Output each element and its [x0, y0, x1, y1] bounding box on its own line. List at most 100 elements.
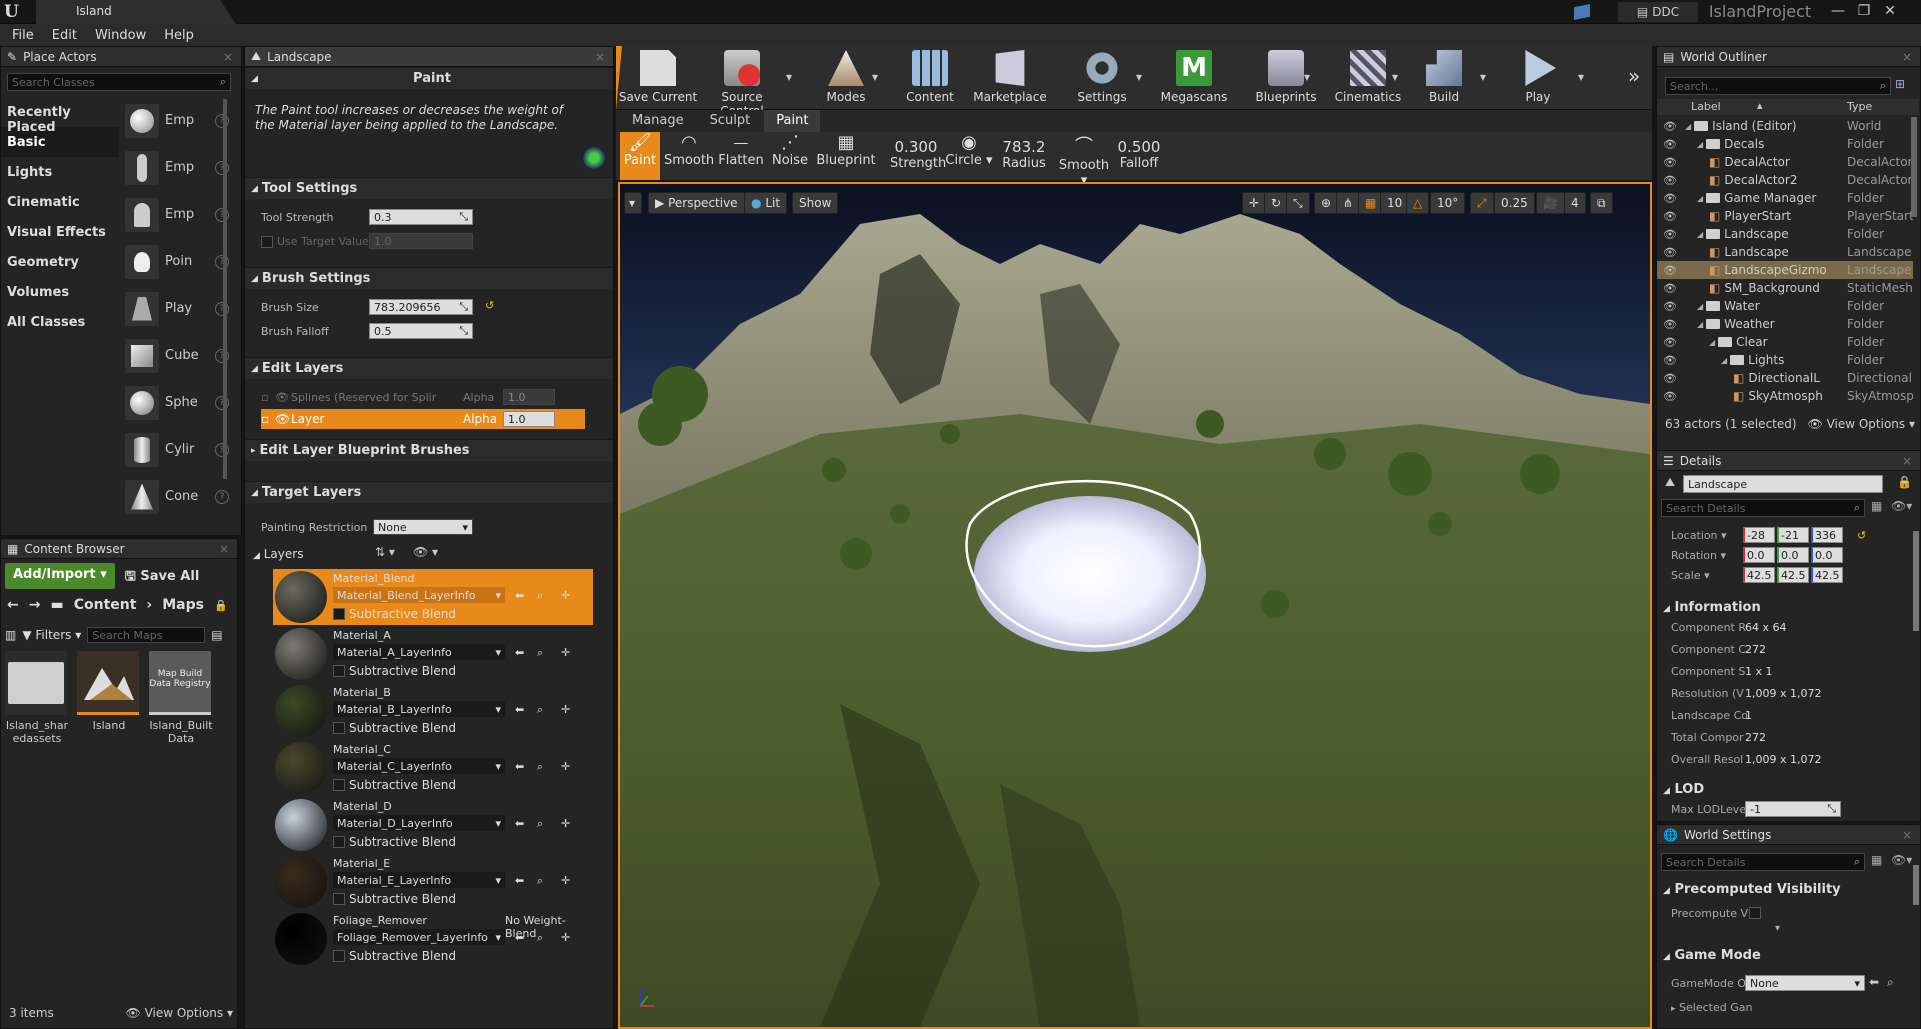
visibility-eye-icon[interactable]: 👁	[1663, 318, 1677, 331]
precomputed-visibility-header[interactable]: ◢ Precomputed Visibility	[1657, 879, 1912, 899]
browse-icon[interactable]: ⌕	[1887, 975, 1894, 990]
add-layer-icon[interactable]: ✛	[561, 817, 570, 830]
brush-type-dropdown[interactable]: ◉ Circle ▾	[944, 132, 994, 180]
transform-value-input[interactable]: 0.0	[1777, 547, 1809, 563]
subtractive-blend-checkbox[interactable]	[333, 722, 345, 734]
type-column-header[interactable]: Type	[1847, 100, 1872, 113]
expand-arrow-icon[interactable]: ◢	[1685, 122, 1691, 131]
subtractive-blend-checkbox[interactable]	[333, 836, 345, 848]
subtractive-blend-checkbox[interactable]	[333, 608, 345, 620]
layer-info-dropdown[interactable]: Material_D_LayerInfo ▾	[333, 815, 505, 831]
target-value-input[interactable]: 1.0	[369, 233, 473, 249]
selected-gamemode-row[interactable]: ▸ Selected Gan	[1671, 1001, 1752, 1014]
lock-icon[interactable]: ▫	[261, 391, 275, 404]
view-mode-button[interactable]: ● Lit	[744, 192, 788, 214]
visibility-eye-icon[interactable]: 👁	[1663, 336, 1677, 349]
actor-item[interactable]: Cylir?	[121, 426, 229, 473]
outliner-scrollbar[interactable]	[1911, 117, 1917, 217]
breadcrumb-content[interactable]: Content	[74, 597, 137, 613]
use-selected-arrow-icon[interactable]: ⬅	[515, 874, 524, 887]
noise-tool-button[interactable]: ⋰ Noise	[766, 132, 814, 180]
view-options-icon[interactable]: 👁▾	[1891, 499, 1912, 513]
visibility-eye-icon[interactable]: 👁	[1663, 390, 1677, 403]
browse-icon[interactable]: ⌕	[537, 760, 543, 774]
menu-help[interactable]: Help	[164, 28, 194, 43]
marketplace-button[interactable]: Marketplace	[968, 48, 1052, 108]
category-visual-effects[interactable]: Visual Effects	[1, 217, 119, 247]
outliner-row[interactable]: 👁 ◧ DirectionalL DirectionalL	[1657, 369, 1913, 387]
transform-value-input[interactable]: 42.5	[1777, 567, 1809, 583]
edit-layers-header[interactable]: ◢ Edit Layers	[245, 357, 613, 379]
falloff-type-dropdown[interactable]: ⌒ Smooth ▾	[1056, 132, 1112, 188]
visibility-eye-icon[interactable]: 👁	[1663, 300, 1677, 313]
tab-paint[interactable]: Paint	[764, 110, 821, 132]
rotation-snap-value[interactable]: 10°	[1430, 192, 1466, 214]
category-volumes[interactable]: Volumes	[1, 277, 119, 307]
outliner-search-input[interactable]: Search... ⌕	[1665, 77, 1891, 95]
layer-info-dropdown[interactable]: Foliage_Remover_LayerInfo ▾	[333, 929, 505, 945]
add-layer-icon[interactable]: ✛	[561, 646, 570, 659]
alpha-input[interactable]: 1.0	[503, 411, 555, 427]
visibility-eye-icon[interactable]: 👁	[275, 412, 291, 426]
outliner-row[interactable]: 👁 ◢ Water Folder	[1657, 297, 1913, 315]
transform-value-input[interactable]: 0.0	[1811, 547, 1843, 563]
subtractive-blend-checkbox[interactable]	[333, 950, 345, 962]
scale-snap-value[interactable]: 0.25	[1494, 192, 1535, 214]
precompute-visibility-checkbox[interactable]	[1749, 907, 1761, 919]
outliner-row[interactable]: 👁 ◧ LandscapeGizmo Landscape	[1657, 261, 1913, 279]
settings-button[interactable]: Settings	[1060, 48, 1144, 108]
use-selected-arrow-icon[interactable]: ⬅	[515, 760, 524, 773]
flatten-tool-button[interactable]: ⏤ Flatten	[716, 132, 766, 180]
expand-arrow-icon[interactable]: ◢	[1709, 338, 1715, 347]
subtractive-blend-checkbox[interactable]	[333, 779, 345, 791]
minimize-button[interactable]: —	[1826, 0, 1850, 22]
target-layer-row[interactable]: Material_E Material_E_LayerInfo ▾ Subtracti…	[273, 854, 593, 910]
blueprint-brushes-header[interactable]: ▸ Edit Layer Blueprint Brushes	[245, 439, 613, 461]
outliner-row[interactable]: 👁 ◢ Island (Editor) World	[1657, 117, 1913, 135]
transform-label[interactable]: Location ▾	[1671, 529, 1727, 542]
strength-value-control[interactable]: 0.300 Strength	[890, 132, 946, 180]
content-item-registry[interactable]: Map Build Data Registry Island_BuiltData	[149, 651, 213, 745]
expand-arrow-icon[interactable]: ◢	[1721, 356, 1727, 365]
transform-value-input[interactable]: 42.5	[1743, 567, 1775, 583]
browse-icon[interactable]: ⌕	[537, 646, 543, 660]
close-tab-icon[interactable]: ×	[223, 50, 233, 64]
world-settings-scrollbar[interactable]	[1913, 865, 1919, 905]
actor-item[interactable]: Play?	[121, 285, 229, 332]
show-flags-button[interactable]: Show	[792, 192, 839, 214]
add-layer-icon[interactable]: ✛	[561, 874, 570, 887]
tool-settings-header[interactable]: ◢ Tool Settings	[245, 177, 613, 199]
actor-item[interactable]: Cone?	[121, 473, 229, 520]
camera-speed-value[interactable]: 4	[1564, 192, 1586, 214]
max-lod-input[interactable]: -1 ⤡	[1745, 801, 1841, 817]
use-selected-arrow-icon[interactable]: ⬅	[515, 646, 524, 659]
chevron-down-icon[interactable]: ▾	[1480, 70, 1486, 84]
target-layers-header[interactable]: ◢ Target Layers	[245, 481, 613, 503]
filters-button[interactable]: ▼ Filters ▾	[22, 628, 81, 642]
view-options-button[interactable]: 👁 View Options ▾	[1808, 417, 1916, 431]
content-button[interactable]: Content	[888, 48, 972, 108]
layer-sort-button[interactable]: ⇅ ▾	[375, 545, 395, 559]
subtractive-blend-checkbox[interactable]	[333, 893, 345, 905]
target-layer-row[interactable]: Material_Blend Material_Blend_LayerInfo ▾ S…	[273, 569, 593, 625]
lock-icon[interactable]: 🔒	[214, 599, 228, 612]
game-mode-dropdown[interactable]: None ▾	[1745, 975, 1865, 991]
transform-value-input[interactable]: 0.0	[1743, 547, 1775, 563]
information-header[interactable]: ◢ Information	[1657, 597, 1912, 617]
surface-snap-icon[interactable]: ⋔	[1336, 192, 1361, 214]
close-button[interactable]: ✕	[1878, 0, 1902, 22]
tool-strength-input[interactable]: 0.3 ⤡	[369, 209, 473, 225]
visibility-eye-icon[interactable]: 👁	[1663, 264, 1677, 277]
use-selected-arrow-icon[interactable]: ⬅	[515, 817, 524, 830]
brush-falloff-input[interactable]: 0.5 ⤡	[369, 323, 473, 339]
view-options-icon[interactable]: 👁▾	[1891, 853, 1912, 867]
actor-item[interactable]: Emp?	[121, 97, 229, 144]
target-layer-row[interactable]: Material_C Material_C_LayerInfo ▾ Subtracti…	[273, 740, 593, 796]
actor-item[interactable]: Sphe?	[121, 379, 229, 426]
brush-size-input[interactable]: 783.209656 ⤡	[369, 299, 473, 315]
source-control-button[interactable]: Source Control	[700, 48, 784, 118]
save-all-button[interactable]: 🖫 Save All	[123, 563, 202, 589]
tab-sculpt[interactable]: Sculpt	[698, 110, 763, 132]
close-tab-icon[interactable]: ×	[1902, 454, 1912, 468]
reset-to-default-icon[interactable]: ↺	[1857, 529, 1866, 542]
